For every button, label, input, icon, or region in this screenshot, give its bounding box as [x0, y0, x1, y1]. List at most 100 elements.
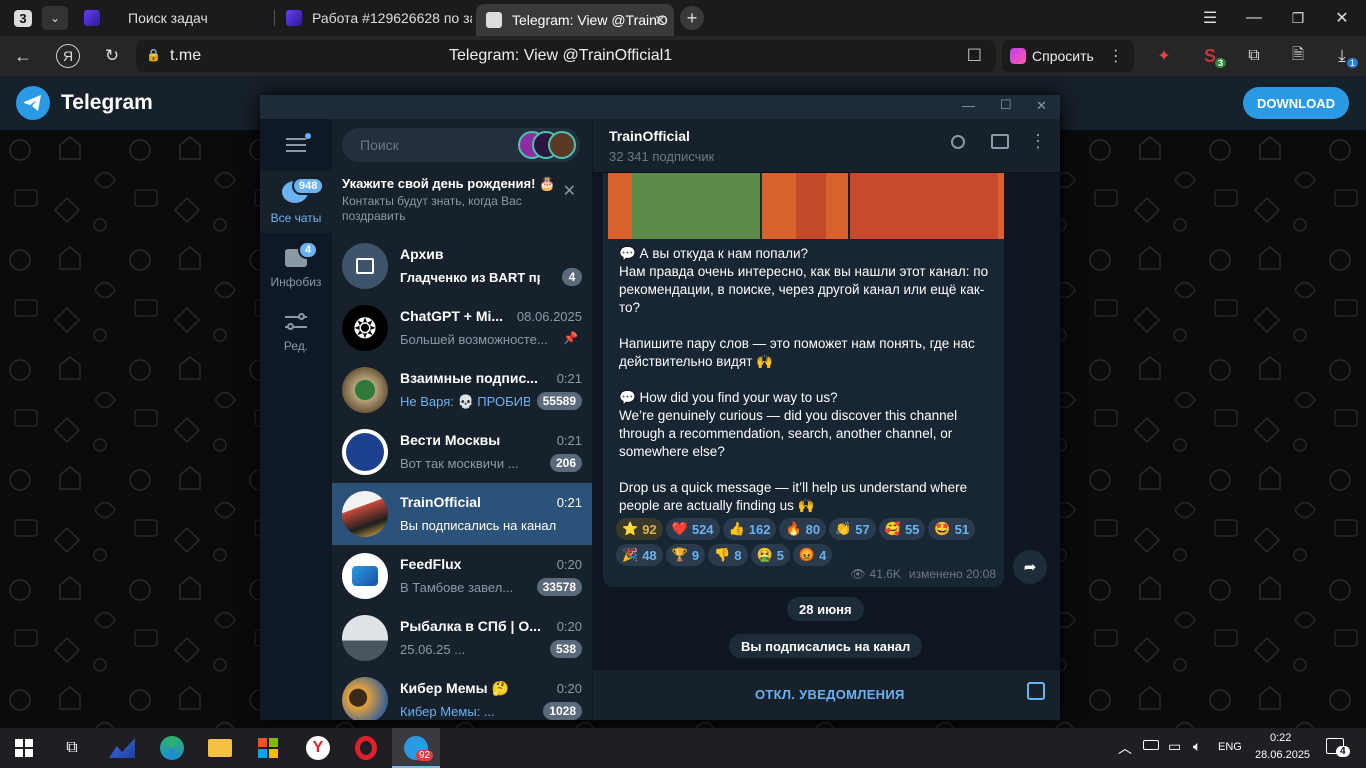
ask-button[interactable]: Спросить ⋮	[1002, 40, 1134, 72]
main-menu-icon[interactable]	[286, 133, 311, 152]
close-banner-icon[interactable]: ✕	[563, 181, 576, 201]
share-button[interactable]: ➦	[1013, 550, 1047, 584]
search-input[interactable]: Поиск	[342, 128, 580, 162]
reaction-chip[interactable]: 🤩 51	[928, 518, 976, 540]
collections-icon[interactable]: ⧉	[1242, 44, 1266, 68]
download-arrow-icon[interactable]: ⤓ 1	[1330, 44, 1358, 68]
ask-label: Спросить	[1032, 48, 1094, 64]
opera-icon[interactable]	[342, 728, 390, 768]
channel-title[interactable]: TrainOfficial	[609, 128, 690, 144]
window-maximize-icon[interactable]: ☐	[1000, 97, 1012, 113]
telegram-logo-icon[interactable]	[16, 86, 50, 120]
task-view-icon[interactable]: ⧉	[48, 728, 96, 768]
chat-row-trainofficial[interactable]: TrainOfficial 0:21 Вы подписались на кан…	[332, 483, 592, 545]
close-window-icon[interactable]: ✕	[1330, 6, 1354, 30]
minimize-icon[interactable]: —	[1242, 6, 1266, 30]
reaction-chip[interactable]: 🏆 9	[665, 544, 706, 566]
chat-row-mutual-subs[interactable]: Взаимные подпис... 0:21 Не Варя: 💀 ПРОБИ…	[332, 359, 592, 421]
reaction-chip[interactable]: 😡 4	[792, 544, 833, 566]
omnibox[interactable]: 🔒 t.me Telegram: View @TrainOfficial1 ☐	[136, 40, 996, 72]
yandex-logo-icon[interactable]: Я	[56, 44, 80, 68]
reaction-chip[interactable]: 🔥 80	[779, 518, 827, 540]
new-tab-plus-icon[interactable]: +	[680, 6, 704, 30]
chat-row-feedflux[interactable]: FeedFlux 0:20 В Тамбове завел... 33578	[332, 545, 592, 607]
reaction-chip[interactable]: 👍 162	[722, 518, 777, 540]
network-icon[interactable]: ▭	[1168, 738, 1181, 755]
post-image[interactable]	[608, 173, 1004, 239]
reaction-chip[interactable]: 👎 8	[708, 544, 748, 566]
telegram-taskbar-icon[interactable]: 92	[392, 728, 440, 768]
post-text-line: Drop us a quick message — it’ll help us …	[619, 480, 968, 513]
reaction-emoji-icon: 🎉	[622, 547, 639, 562]
chat-row-archive[interactable]: Архив Гладченко из BART пр... 4	[332, 235, 592, 297]
chart-app-icon[interactable]	[98, 728, 146, 768]
edge-browser-icon[interactable]	[148, 728, 196, 768]
mute-button[interactable]: ОТКЛ. УВЕДОМЛЕНИЯ	[755, 687, 905, 702]
browser-tab-bar: 3 ⌄ Поиск задач Работа #129626628 по зад…	[0, 0, 1366, 36]
chat-preview: Вот так москвичи ...	[400, 456, 519, 471]
feedflux-avatar	[342, 553, 388, 599]
reaction-chip[interactable]: ❤️ 524	[665, 518, 720, 540]
restore-icon[interactable]: ❐	[1286, 6, 1310, 30]
pdf-extension-icon[interactable]: 🗎	[1286, 44, 1310, 68]
sidebar-toggle-icon[interactable]	[991, 134, 1009, 149]
bookmark-icon[interactable]: ☐	[967, 46, 982, 66]
tab-count-button[interactable]: 3	[8, 6, 38, 30]
battery-icon[interactable]	[1143, 740, 1159, 750]
yandex-browser-icon[interactable]: Y	[294, 728, 342, 768]
archive-avatar	[342, 243, 388, 289]
service-message: Вы подписались на канал	[729, 634, 923, 658]
windows-start-icon[interactable]	[0, 728, 48, 768]
tab-task-search[interactable]: Поиск задач	[74, 4, 272, 32]
reaction-count: 92	[642, 521, 657, 537]
chat-row-vesti-moskvy[interactable]: Вести Москвы 0:21 Вот так москвичи ... 2…	[332, 421, 592, 483]
back-arrow-icon[interactable]: ←	[10, 44, 36, 68]
tray-chevron-icon[interactable]: ︿	[1118, 738, 1132, 758]
unread-badge: 1028	[543, 702, 582, 720]
tabs-menu-chevron-icon[interactable]: ⌄	[42, 6, 68, 30]
reaction-chip[interactable]: 🤮 5	[750, 544, 790, 566]
download-button[interactable]: DOWNLOAD	[1243, 87, 1349, 119]
chat-preview: Не Варя: 💀 ПРОБИВ...	[400, 394, 530, 409]
chat-row-fishing-spb[interactable]: Рыбалка в СПб | О... 0:20 25.06.25 ... 5…	[332, 607, 592, 669]
more-dots-icon[interactable]: ⋮	[1108, 46, 1124, 66]
language-indicator[interactable]: ENG	[1218, 741, 1242, 753]
window-minimize-icon[interactable]: —	[962, 98, 975, 113]
file-explorer-icon[interactable]	[196, 728, 244, 768]
search-icon[interactable]	[951, 135, 965, 149]
folder-infobiz[interactable]: 4 Инфобиз	[260, 237, 332, 299]
reaction-emoji-icon: 🥰	[884, 521, 901, 536]
telegram-brand-text[interactable]: Telegram	[61, 91, 153, 115]
telegram-window: — ☐ ✕ 948 Все чаты 4 Инфобиз Ред. Поиск …	[260, 95, 1060, 720]
folder-edit[interactable]: Ред.	[260, 301, 332, 363]
chat-preview: Большей возможносте...	[400, 332, 548, 347]
reaction-chip[interactable]: 🎉 48	[616, 544, 663, 566]
store-icon[interactable]	[244, 728, 292, 768]
reaction-count: 51	[954, 521, 970, 537]
birthday-banner[interactable]: Укажите свой день рождения! 🎂 Контакты б…	[332, 171, 592, 231]
reaction-chip[interactable]: ⭐ 92	[616, 518, 663, 540]
chat-row-cyber-memes[interactable]: Кибер Мемы 🤔 0:20 Кибер Мемы: ... 1028	[332, 669, 592, 720]
tab-telegram[interactable]: Telegram: View @TrainO ✕	[476, 4, 674, 36]
reaction-count: 8	[734, 547, 742, 563]
reaction-chip[interactable]: 🥰 55	[878, 518, 926, 540]
volume-icon[interactable]: 🔈︎	[1193, 738, 1201, 755]
reaction-chip[interactable]: 👏 57	[829, 518, 876, 540]
close-tab-icon[interactable]: ✕	[654, 12, 666, 29]
window-close-icon[interactable]: ✕	[1036, 98, 1047, 114]
edited-time: изменено 20:08	[908, 567, 996, 581]
extension-s-icon[interactable]: S3	[1198, 44, 1226, 68]
feedflux-logo-icon	[352, 566, 378, 586]
ask-ai-icon	[1010, 48, 1026, 64]
tab-work-order[interactable]: Работа #129626628 по зад	[276, 4, 472, 32]
browser-menu-icon[interactable]: ☰	[1198, 6, 1222, 30]
story-avatars-icon[interactable]	[518, 131, 576, 159]
folder-all-chats[interactable]: 948 Все чаты	[260, 171, 332, 233]
reload-icon[interactable]: ↻	[100, 44, 124, 68]
gift-icon[interactable]	[1027, 682, 1045, 700]
clock-time[interactable]: 0:22	[1270, 732, 1291, 744]
clock-date[interactable]: 28.06.2025	[1255, 749, 1310, 761]
chat-row-chatgpt[interactable]: ❂ ChatGPT + Mi... 08.06.2025 Большей воз…	[332, 297, 592, 359]
extension-red-icon[interactable]: ✦	[1152, 44, 1176, 68]
more-vertical-icon[interactable]: ⋮	[1029, 131, 1047, 152]
